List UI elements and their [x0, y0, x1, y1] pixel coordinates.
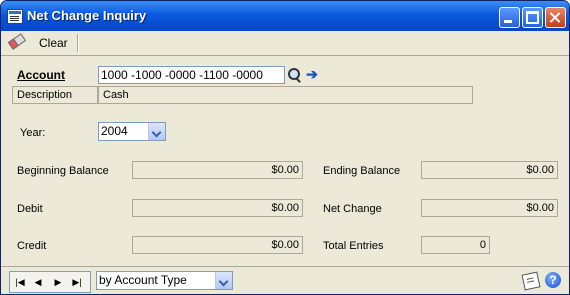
- close-button[interactable]: [545, 7, 566, 28]
- sort-order-select[interactable]: by Account Type: [96, 271, 233, 290]
- note-icon[interactable]: [521, 271, 541, 291]
- total-entries-value: 0: [421, 236, 490, 254]
- description-label: Description: [17, 89, 73, 101]
- account-input[interactable]: 1000 -1000 -0000 -1100 -0000: [98, 66, 285, 84]
- account-label[interactable]: Account: [17, 68, 65, 82]
- magnifier-icon[interactable]: [285, 66, 303, 84]
- debit-value: $0.00: [132, 199, 303, 217]
- net-change-inquiry-window: Net Change Inquiry Clear Account 1000 -1…: [0, 0, 570, 295]
- last-record-button[interactable]: ▶|: [70, 275, 84, 289]
- eraser-icon: [7, 33, 27, 50]
- clear-label: Clear: [39, 36, 68, 50]
- year-value: 2004: [101, 124, 128, 138]
- net-change-value: $0.00: [421, 199, 558, 217]
- previous-record-button[interactable]: ◀: [31, 275, 45, 289]
- sort-order-value: by Account Type: [99, 273, 187, 287]
- first-record-button[interactable]: |◀: [13, 275, 27, 289]
- arrow-right-icon[interactable]: ➔: [305, 66, 319, 84]
- beginning-balance-value: $0.00: [132, 161, 303, 179]
- description-label-box: Description: [12, 86, 98, 104]
- window-title: Net Change Inquiry: [27, 8, 147, 23]
- maximize-button[interactable]: [522, 7, 543, 28]
- title-bar[interactable]: Net Change Inquiry: [1, 1, 569, 31]
- chevron-down-icon[interactable]: [215, 272, 232, 289]
- ending-balance-value: $0.00: [421, 161, 558, 179]
- ending-balance-label: Ending Balance: [323, 165, 401, 177]
- description-value: Cash: [98, 86, 473, 104]
- clear-button[interactable]: Clear: [7, 33, 69, 52]
- next-record-button[interactable]: ▶: [51, 275, 65, 289]
- credit-value: $0.00: [132, 236, 303, 254]
- credit-label: Credit: [17, 240, 47, 252]
- toolbar-separator: [77, 34, 79, 52]
- window-form-icon: [7, 9, 23, 24]
- total-entries-label: Total Entries: [323, 240, 384, 252]
- minimize-button[interactable]: [499, 7, 520, 28]
- help-icon[interactable]: ?: [545, 272, 561, 288]
- chevron-down-icon[interactable]: [148, 123, 165, 140]
- toolbar: Clear: [1, 31, 569, 56]
- debit-label: Debit: [17, 203, 43, 215]
- year-label: Year:: [20, 127, 46, 139]
- record-navigation: |◀ ◀ ▶ ▶|: [9, 271, 91, 293]
- beginning-balance-label: Beginning Balance: [17, 165, 109, 177]
- net-change-label: Net Change: [323, 203, 382, 215]
- year-select[interactable]: 2004: [98, 122, 166, 141]
- status-bar: |◀ ◀ ▶ ▶| by Account Type ?: [1, 266, 569, 294]
